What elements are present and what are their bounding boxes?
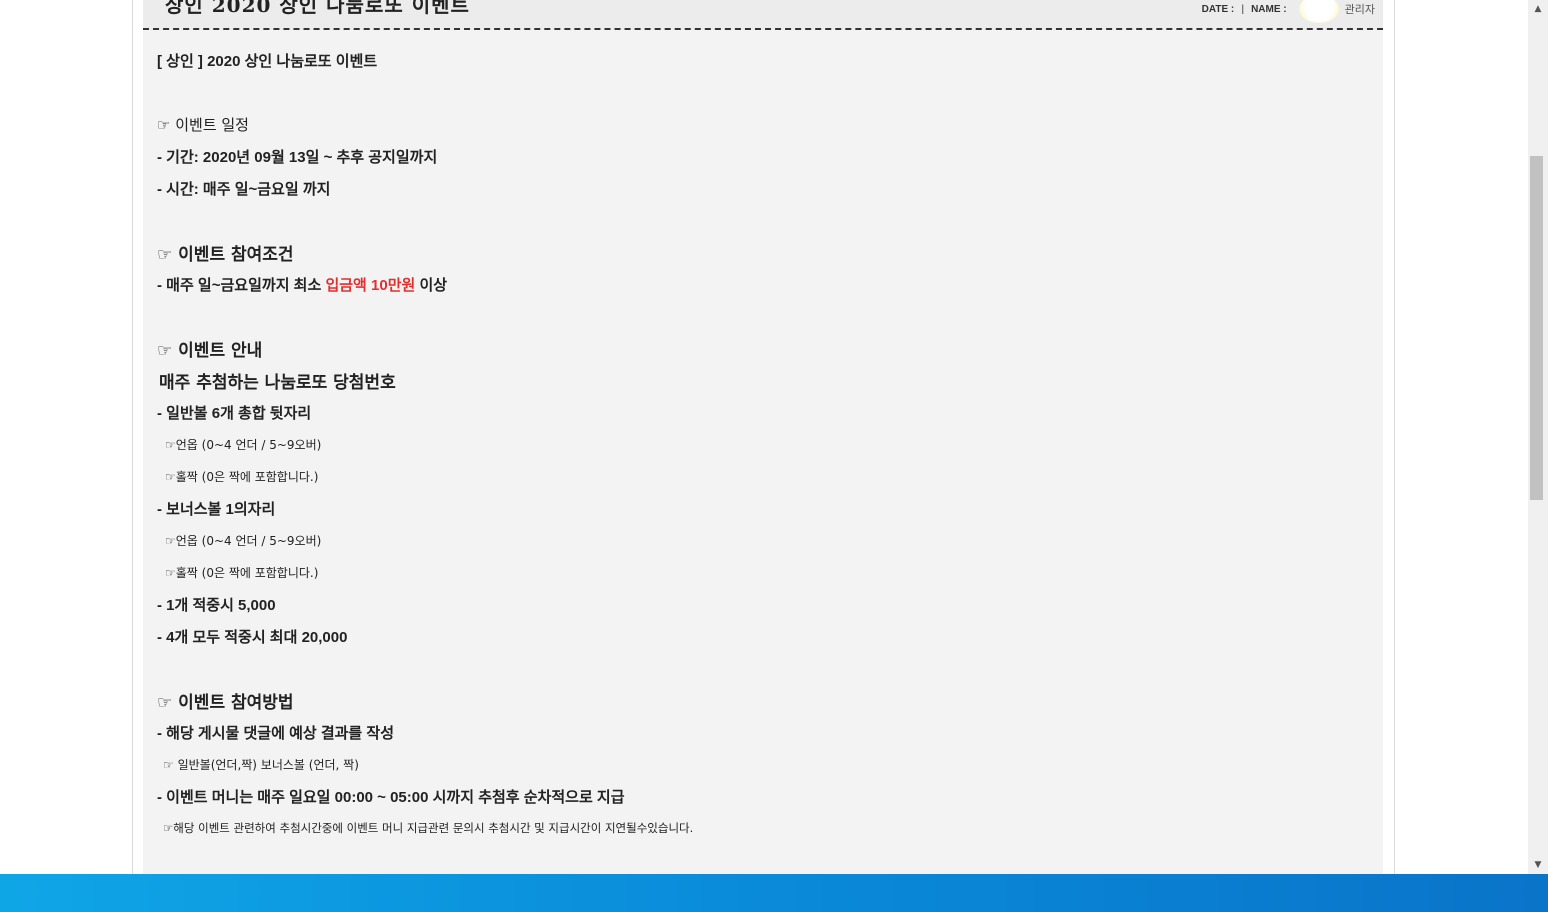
schedule-heading: ☞ 이벤트 일정	[157, 116, 249, 134]
condition-heading: ☞ 이벤트 참여조건	[157, 245, 294, 265]
avatar	[1298, 0, 1339, 23]
condition-suffix: 이상	[415, 277, 448, 294]
method-comment-line: - 해당 게시물 댓글에 예상 결과를 작성	[157, 725, 395, 742]
condition-highlight: 입금액 10만원	[325, 277, 416, 294]
info-heading: ☞ 이벤트 안내	[157, 341, 263, 361]
scroll-up-icon[interactable]: ▲	[1528, 0, 1548, 18]
condition-prefix: - 매주 일~금요일까지 최소	[157, 277, 326, 294]
bonus-odd-even: ☞홀짝 (0은 짝에 포함합니다.)	[165, 566, 319, 580]
condition-line: - 매주 일~금요일까지 최소 입금액 10만원 이상	[157, 274, 447, 295]
scroll-down-icon[interactable]: ▼	[1528, 856, 1548, 874]
method-heading: ☞ 이벤트 참여방법	[157, 693, 294, 713]
period-line: - 기간: 2020년 09월 13일 ~ 추후 공지일까지	[157, 149, 438, 166]
info-subheading: 매주 추첨하는 나눔로또 당첨번호	[159, 373, 396, 393]
meta-separator: |	[1241, 3, 1245, 15]
normal-ball-line: - 일반볼 6개 총합 뒷자리	[157, 405, 312, 422]
post-header: 상인 2020 상인 나눔로또 이벤트 DATE : | NAME : 관리자	[143, 0, 1383, 30]
bonus-ball-line: - 보너스볼 1의자리	[157, 501, 276, 518]
prize-four-line: - 4개 모두 적중시 최대 20,000	[157, 629, 348, 646]
scroll-thumb[interactable]	[1530, 156, 1543, 500]
bonus-under-over: ☞언옵 (0~4 언더 / 5~9오버)	[165, 534, 322, 548]
post-title: 상인 2020 상인 나눔로또 이벤트	[165, 0, 470, 17]
date-label: DATE :	[1201, 3, 1235, 15]
vertical-scrollbar[interactable]: ▲ ▼	[1528, 0, 1548, 874]
payout-note: ☞해당 이벤트 관련하여 추첨시간중에 이벤트 머니 지급관련 문의시 추첨시간…	[163, 821, 694, 835]
normal-odd-even: ☞홀짝 (0은 짝에 포함합니다.)	[165, 470, 319, 484]
post-subject: [ 상인 ] 2020 상인 나눔로또 이벤트	[157, 53, 378, 70]
post-meta: DATE : | NAME : 관리자	[1202, 0, 1375, 23]
time-line: - 시간: 매주 일~금요일 까지	[157, 181, 331, 198]
method-example: ☞ 일반볼(언더,짝) 보너스볼 (언더, 짝)	[163, 758, 359, 772]
payout-line: - 이벤트 머니는 매주 일요일 00:00 ~ 05:00 시까지 추첨후 순…	[157, 789, 625, 806]
taskbar	[0, 874, 1548, 912]
normal-under-over: ☞언옵 (0~4 언더 / 5~9오버)	[165, 438, 322, 452]
author-name[interactable]: 관리자	[1345, 1, 1375, 17]
name-label: NAME :	[1251, 3, 1287, 15]
prize-one-line: - 1개 적중시 5,000	[157, 597, 276, 614]
